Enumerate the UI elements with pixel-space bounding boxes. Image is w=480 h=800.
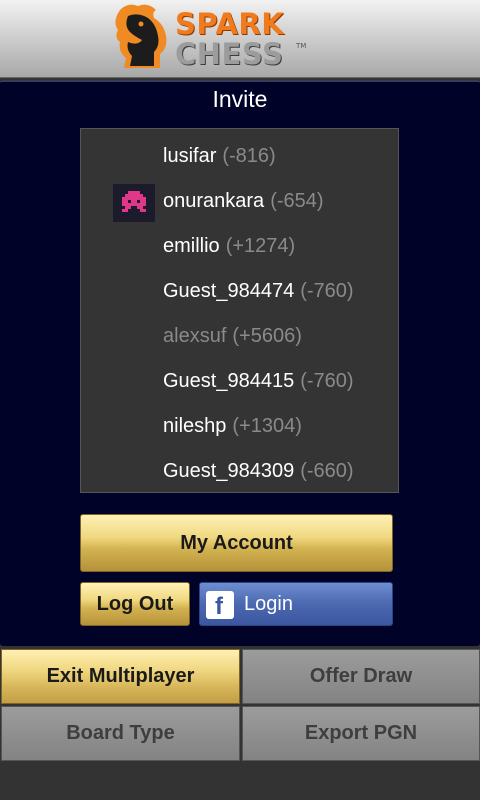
player-name: nileshp (+1304) bbox=[163, 415, 302, 437]
player-rating: (-760) bbox=[300, 280, 354, 302]
player-rating: (+5606) bbox=[232, 325, 302, 347]
player-row-onurankara[interactable]: onurankara (-654) bbox=[81, 179, 400, 224]
player-rating: (-654) bbox=[270, 190, 324, 212]
player-list[interactable]: lusifar (-816) onurankara (-654) emillio… bbox=[80, 128, 399, 493]
player-name: lusifar (-816) bbox=[163, 145, 276, 167]
brand-spark: SPARK bbox=[175, 7, 285, 41]
player-name: Guest_984474 (-760) bbox=[163, 280, 354, 302]
player-row-guest-984474[interactable]: Guest_984474 (-760) bbox=[81, 269, 400, 314]
player-row-guest-984309[interactable]: Guest_984309 (-660) bbox=[81, 449, 400, 494]
offer-draw-button[interactable]: Offer Draw bbox=[242, 649, 480, 704]
player-name: Guest_984309 (-660) bbox=[163, 460, 354, 482]
exit-multiplayer-button[interactable]: Exit Multiplayer bbox=[1, 649, 240, 704]
player-rating: (-660) bbox=[300, 460, 354, 482]
player-row-lusifar[interactable]: lusifar (-816) bbox=[81, 134, 400, 179]
chess-knight-logo-icon bbox=[115, 4, 167, 68]
player-rating: (-816) bbox=[222, 145, 276, 167]
player-rating: (+1304) bbox=[232, 415, 302, 437]
facebook-login-button[interactable]: f Login bbox=[199, 582, 393, 626]
my-account-button[interactable]: My Account bbox=[80, 514, 393, 572]
export-pgn-button[interactable]: Export PGN bbox=[242, 706, 480, 761]
invite-title: Invite bbox=[212, 86, 268, 112]
player-rating: (+1274) bbox=[225, 235, 296, 257]
logout-button[interactable]: Log Out bbox=[80, 582, 190, 626]
brand-chess: CHESS bbox=[175, 37, 284, 71]
app-header: SPARK CHESS TM bbox=[0, 0, 480, 78]
player-rating: (-760) bbox=[300, 370, 354, 392]
player-row-emillio[interactable]: emillio (+1274) bbox=[81, 224, 400, 269]
player-avatar bbox=[113, 184, 155, 222]
trademark: TM bbox=[296, 42, 307, 50]
player-row-nileshp[interactable]: nileshp (+1304) bbox=[81, 404, 400, 449]
player-name: onurankara (-654) bbox=[163, 190, 324, 212]
player-name: emillio (+1274) bbox=[163, 235, 296, 257]
facebook-icon: f bbox=[206, 591, 234, 620]
player-row-guest-984415[interactable]: Guest_984415 (-760) bbox=[81, 359, 400, 404]
facebook-login-label: Login bbox=[244, 592, 293, 615]
space-invader-icon bbox=[122, 191, 146, 212]
player-row-alexsuf[interactable]: alexsuf (+5606) bbox=[81, 314, 400, 359]
player-name: alexsuf (+5606) bbox=[163, 325, 302, 347]
player-name: Guest_984415 (-760) bbox=[163, 370, 354, 392]
board-type-button[interactable]: Board Type bbox=[1, 706, 240, 761]
